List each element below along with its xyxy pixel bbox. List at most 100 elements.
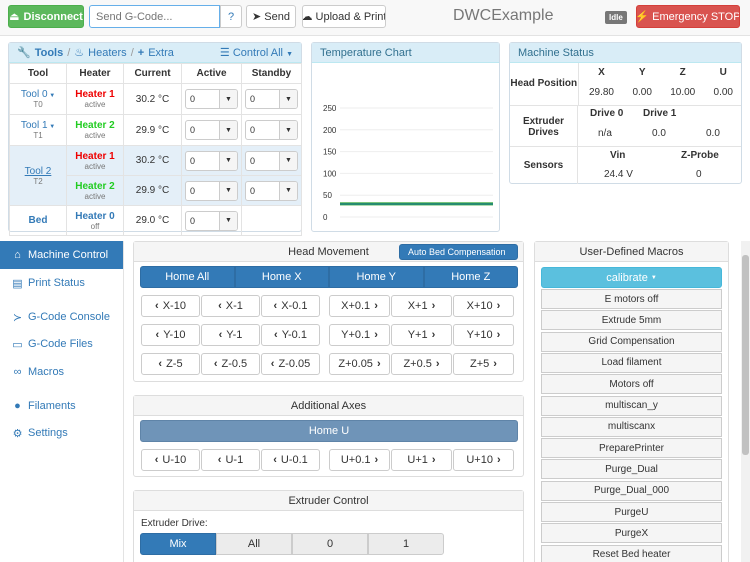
y-tick-label: 0 [323, 213, 328, 222]
send-button[interactable]: ➤ Send [246, 5, 296, 28]
jog-button[interactable]: ‹ Z-0.5 [201, 353, 260, 375]
jog-button[interactable]: Y+1 › [391, 324, 452, 346]
macro-item[interactable]: Purge_Dual_000 [541, 480, 722, 501]
standby-temp-input[interactable]: 0 ▼ [245, 150, 298, 171]
page-scrollbar[interactable] [741, 241, 750, 562]
scrollbar-thumb[interactable] [742, 255, 749, 455]
jog-button[interactable]: Z+0.05 › [329, 353, 390, 375]
sidebar-item-gcode-files[interactable]: ▭ G-Code Files [0, 330, 123, 358]
u-jog-button[interactable]: ‹ U-1 [201, 449, 260, 471]
standby-temp-input[interactable]: 0 ▼ [245, 89, 298, 109]
sidebar-item-print-status[interactable]: ▤ Print Status [0, 269, 123, 297]
jog-button[interactable]: ‹ Y-10 [141, 324, 200, 346]
u-jog-button[interactable]: U+1 › [391, 449, 452, 471]
macro-item[interactable]: Grid Compensation [541, 331, 722, 352]
u-jog-button[interactable]: U+10 › [453, 449, 514, 471]
extruder-control-header: Extruder Control [134, 491, 523, 511]
page-title: DWCExample [453, 7, 554, 24]
tool-2-cell[interactable]: Tool 2 T2 [9, 145, 67, 206]
home-z-button[interactable]: Home Z [423, 266, 518, 288]
macro-item[interactable]: Extrude 5mm [541, 310, 722, 331]
sidebar-item-macros[interactable]: ∞ Macros [0, 358, 123, 386]
sidebar-item-filaments[interactable]: ● Filaments [0, 392, 123, 420]
jog-button[interactable]: ‹ Z-5 [141, 353, 200, 375]
jog-button[interactable]: ‹ Z-0.05 [261, 353, 320, 375]
caret-down-icon[interactable]: ▼ [279, 151, 297, 170]
macro-item[interactable]: PurgeU [541, 502, 722, 522]
macro-item[interactable]: E motors off [541, 289, 722, 309]
caret-down-icon[interactable]: ▼ [219, 151, 237, 170]
home-all-button[interactable]: Home All [140, 266, 235, 288]
caret-down-icon[interactable]: ▼ [279, 90, 297, 108]
jog-button[interactable]: Y+0.1 › [329, 324, 390, 346]
home-x-button[interactable]: Home X [234, 266, 329, 288]
macro-item[interactable]: Load filament [541, 352, 722, 373]
upload-print-button[interactable]: ☁ Upload & Print [302, 5, 386, 28]
caret-down-icon[interactable]: ▼ [279, 121, 297, 139]
macro-item[interactable]: Reset Bed heater [541, 544, 722, 562]
jog-button[interactable]: X+10 › [453, 295, 514, 317]
tab-extra[interactable]: Extra [148, 47, 174, 59]
jog-button[interactable]: ‹ X-1 [201, 295, 260, 317]
jog-button[interactable]: X+1 › [391, 295, 452, 317]
active-temp-input[interactable]: 0 ▼ [185, 89, 238, 109]
jog-button[interactable]: ‹ X-0.1 [261, 295, 320, 317]
jog-button[interactable]: Z+5 › [453, 353, 514, 375]
standby-temp-input[interactable]: 0 ▼ [245, 180, 298, 201]
terminal-icon: ≻ [12, 311, 23, 324]
caret-down-icon[interactable]: ▼ [279, 181, 297, 200]
caret-down-icon[interactable]: ▼ [219, 211, 237, 230]
macro-item[interactable]: PurgeX [541, 523, 722, 544]
macro-item[interactable]: multiscanx [541, 416, 722, 437]
macro-item[interactable]: multiscan_y [541, 395, 722, 416]
tool-1-cell[interactable]: Tool 1 ▼ T1 [9, 114, 67, 146]
u-jog-button[interactable]: ‹ U-0.1 [261, 449, 320, 471]
wrench-icon: 🔧 [17, 47, 31, 59]
flash-icon: ⚡ [636, 11, 650, 23]
gcode-input[interactable] [89, 5, 220, 28]
home-y-button[interactable]: Home Y [329, 266, 424, 288]
tab-heaters[interactable]: Heaters [88, 47, 127, 59]
jog-button[interactable]: ‹ Y-1 [201, 324, 260, 346]
y-tick-label: 150 [323, 148, 337, 157]
macro-item[interactable]: Motors off [541, 374, 722, 395]
u-jog-button[interactable]: U+0.1 › [329, 449, 390, 471]
home-u-button[interactable]: Home U [140, 420, 518, 442]
jog-button[interactable]: Z+0.5 › [391, 353, 452, 375]
tools-panel: 🔧 Tools / ♨ Heaters / + Extra ☰ Control … [8, 42, 302, 236]
jog-button[interactable]: Y+10 › [453, 324, 514, 346]
u-jog-button[interactable]: ‹ U-10 [141, 449, 200, 471]
table-row: Tool 0 ▼ T0 Heater 1 active 30.2 °C 0 ▼ 0 ▼ [9, 83, 302, 115]
sidebar-item-gcode-console[interactable]: ≻ G-Code Console [0, 303, 123, 331]
sidebar-item-machine-control[interactable]: ⌂ Machine Control [0, 241, 123, 269]
active-temp-input[interactable]: 0 ▼ [185, 150, 238, 171]
chevron-right-icon: › [374, 454, 379, 466]
active-temp-input[interactable]: 0 ▼ [185, 120, 238, 140]
extruder-mix-button[interactable]: Mix [140, 533, 216, 555]
sidebar-item-settings[interactable]: ⚙ Settings [0, 419, 123, 447]
macro-item[interactable]: Purge_Dual [541, 459, 722, 480]
caret-down-icon[interactable]: ▼ [219, 90, 237, 108]
caret-down-icon[interactable]: ▼ [219, 121, 237, 139]
y-tick-label: 100 [323, 169, 337, 178]
jog-button[interactable]: ‹ Y-0.1 [261, 324, 320, 346]
disconnect-button[interactable]: ⏏ Disconnect [8, 5, 84, 28]
gcode-help-button[interactable]: ? [220, 5, 242, 28]
caret-down-icon[interactable]: ▼ [219, 181, 237, 200]
control-all-dropdown[interactable]: ☰ Control All ▼ [220, 46, 293, 59]
macro-folder-calibrate[interactable]: calibrate ▼ [541, 267, 722, 288]
active-temp-input[interactable]: 0 ▼ [185, 210, 238, 231]
jog-button[interactable]: X+0.1 › [329, 295, 390, 317]
emergency-stop-button[interactable]: ⚡ Emergency STOP [636, 5, 740, 28]
temperature-chart: 250 200 150 100 50 0 [323, 104, 493, 222]
tool-0-cell[interactable]: Tool 0 ▼ T0 [9, 83, 67, 115]
jog-button[interactable]: ‹ X-10 [141, 295, 200, 317]
active-temp-input[interactable]: 0 ▼ [185, 180, 238, 201]
extruder-1-button[interactable]: 1 [368, 533, 444, 555]
extruder-0-button[interactable]: 0 [292, 533, 368, 555]
macro-item[interactable]: PreparePrinter [541, 438, 722, 459]
tab-tools[interactable]: Tools [35, 47, 64, 59]
auto-bed-compensation-button[interactable]: Auto Bed Compensation ▼ [399, 244, 518, 260]
extruder-all-button[interactable]: All [216, 533, 292, 555]
standby-temp-input[interactable]: 0 ▼ [245, 120, 298, 140]
